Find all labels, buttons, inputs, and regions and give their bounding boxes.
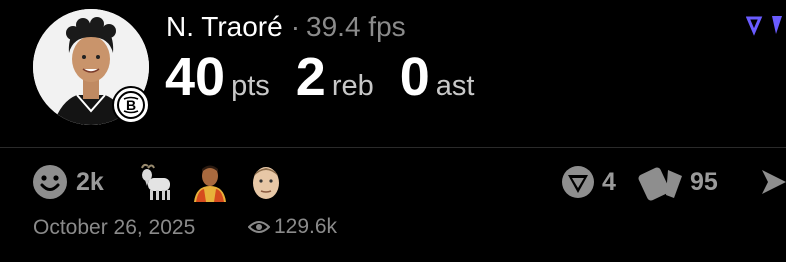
player-name[interactable]: N. Traoré	[166, 11, 283, 43]
rebounds-value: 2	[295, 47, 326, 107]
app-logo-icon[interactable]	[745, 14, 786, 43]
cards-count: 95	[690, 167, 718, 196]
view-count-value: 129.6k	[274, 215, 338, 238]
goat-icon	[141, 163, 170, 200]
fps-readout: 39.4 fps	[306, 11, 406, 42]
person-reaction-button[interactable]	[190, 160, 230, 204]
stat-line: 40 pts 2 reb 0 ast	[165, 50, 500, 104]
post-header: N. Traoré · 39.4 fps	[166, 9, 406, 45]
points-unit: pts	[231, 70, 270, 102]
assists-value: 0	[399, 47, 430, 107]
share-button[interactable]	[760, 160, 786, 204]
person-emoji-icon	[194, 165, 226, 202]
post-date: October 26, 2025	[33, 216, 196, 239]
player-face-reaction-button[interactable]	[246, 160, 286, 204]
repost-button[interactable]: 4	[560, 160, 616, 204]
player-face-icon	[253, 167, 279, 199]
svg-text:B: B	[126, 97, 136, 113]
team-badge-icon: B	[112, 86, 150, 124]
cards-icon	[638, 167, 682, 201]
goat-reaction-button[interactable]	[134, 160, 174, 204]
smile-reaction-button[interactable]: 2k	[32, 160, 104, 204]
smile-count: 2k	[76, 167, 104, 196]
assists-unit: ast	[435, 70, 475, 102]
view-count: 129.6k	[248, 215, 337, 239]
eye-icon	[248, 221, 270, 233]
divider	[0, 147, 786, 148]
points-value: 40	[165, 47, 226, 107]
rebounds-unit: reb	[331, 70, 374, 102]
cards-button[interactable]: 95	[638, 160, 718, 204]
aperture-icon	[562, 166, 594, 198]
smile-icon	[33, 165, 67, 199]
repost-count: 4	[602, 167, 616, 196]
send-icon	[762, 170, 786, 194]
separator: ·	[290, 11, 301, 42]
